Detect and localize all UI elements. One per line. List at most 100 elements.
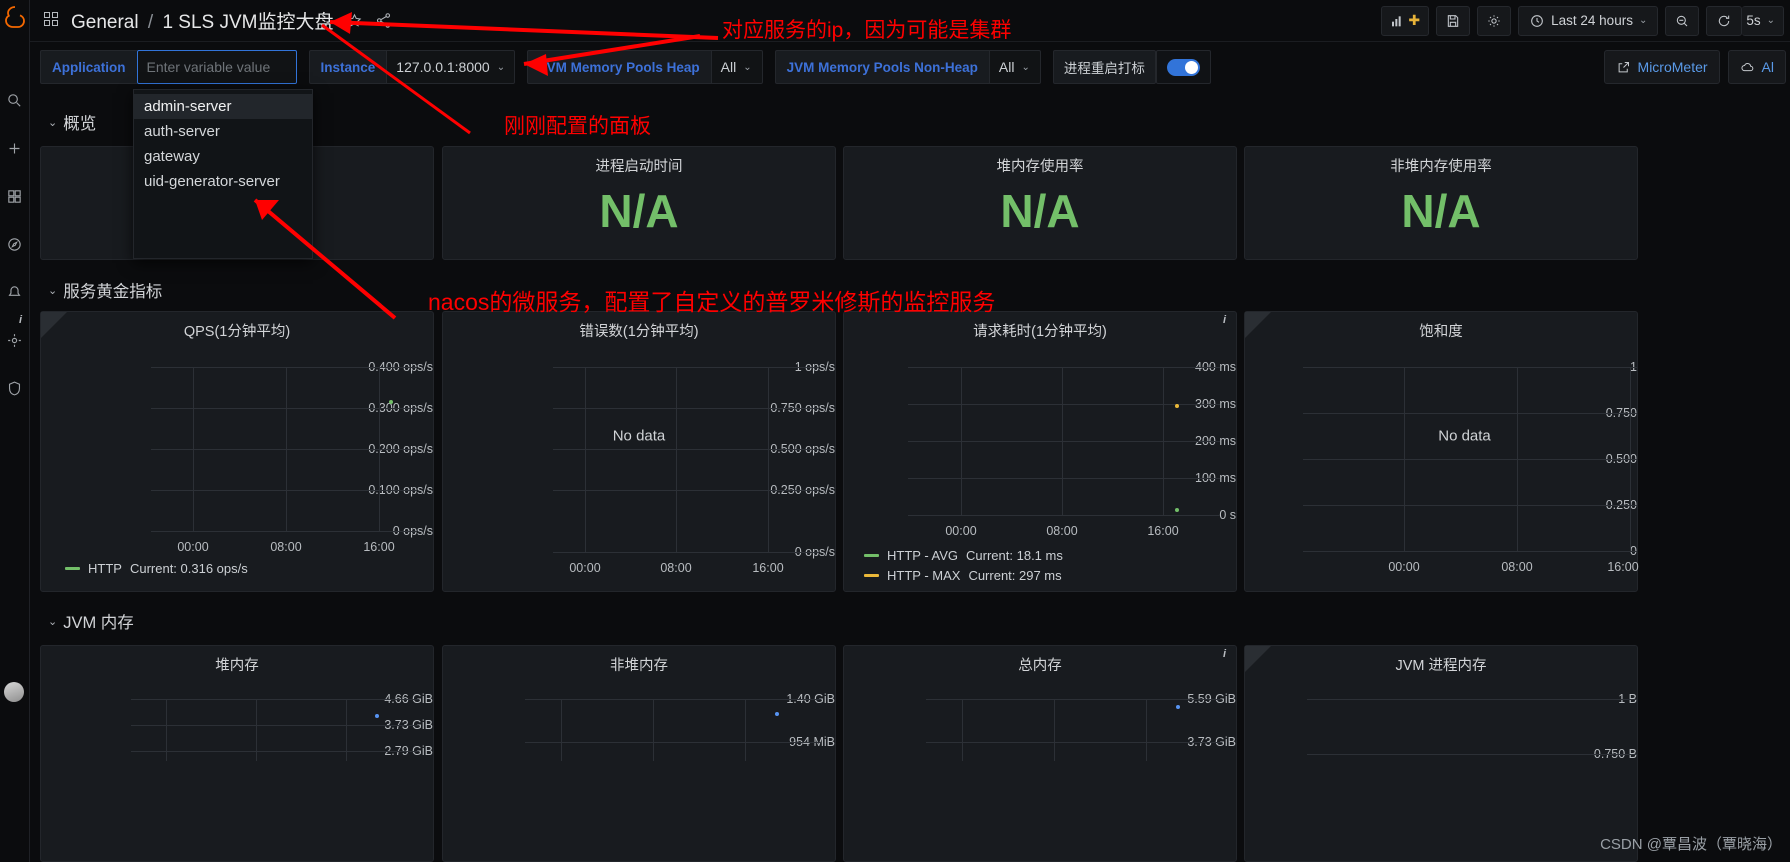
- zoom-out-time-button[interactable]: [1665, 5, 1700, 36]
- user-avatar-wrap[interactable]: [4, 682, 24, 702]
- breadcrumb-title[interactable]: 1 SLS JVM监控大盘: [162, 12, 333, 33]
- x-tick: 00:00: [569, 561, 601, 575]
- panel-title: 非堆内存使用率: [1390, 159, 1492, 175]
- cloud-icon: [1741, 62, 1753, 71]
- x-tick: 00:00: [1388, 560, 1420, 574]
- variable-nonheap-pools: JVM Memory Pools Non-Heap All ⌄: [774, 50, 1041, 84]
- row-header-golden[interactable]: ⌄ 服务黄金指标: [48, 278, 162, 302]
- variable-application-dropdown[interactable]: admin-server auth-server gateway uid-gen…: [133, 89, 313, 259]
- row-title-golden: 服务黄金指标: [63, 283, 163, 301]
- variable-heap-pools-label: JVM Memory Pools Heap: [527, 50, 711, 84]
- dropdown-option-gateway[interactable]: gateway: [134, 144, 312, 169]
- timeseries-panel-heap-memory[interactable]: 堆内存 4.66 GiB 3.73 GiB 2.79 GiB: [40, 645, 434, 862]
- legend-swatch: [864, 574, 879, 577]
- variable-instance-label: Instance: [308, 50, 387, 84]
- dashboards-icon[interactable]: [4, 185, 26, 207]
- x-tick: 08:00: [660, 561, 692, 575]
- annotation-nacos: nacos的微服务，配置了自定义的普罗米修斯的监控服务: [428, 289, 996, 315]
- dashboard-grid-icon: [44, 12, 61, 29]
- chart-area-latency: 400 ms 300 ms 200 ms 100 ms 0 s 00:00 08…: [844, 312, 1236, 591]
- row-title-overview: 概览: [63, 115, 97, 133]
- x-tick: 16:00: [752, 561, 784, 575]
- explore-icon[interactable]: [4, 233, 26, 255]
- timeseries-panel-latency[interactable]: 请求耗时(1分钟平均) 400 ms 300 ms 200 ms 100 ms …: [843, 311, 1237, 592]
- legend-swatch: [864, 554, 879, 557]
- timeseries-panel-saturation[interactable]: i 饱和度 1 0.750 0.500 0.250 0 00:00 08:00 …: [1223, 311, 1639, 592]
- x-tick: 16:00: [363, 540, 395, 554]
- x-tick: 00:00: [945, 524, 977, 538]
- add-panel-plus-icon: ✚: [1408, 12, 1421, 28]
- legend-series-stat: Current: 297 ms: [968, 568, 1062, 583]
- variable-application-label: Application: [40, 50, 137, 84]
- variable-heap-pools-select[interactable]: All ⌄: [710, 50, 763, 84]
- dropdown-option-auth-server[interactable]: auth-server: [134, 119, 312, 144]
- variable-nonheap-pools-value: All: [998, 59, 1015, 75]
- variable-instance-value: 127.0.0.1:8000: [396, 59, 490, 75]
- variable-heap-pools-value: All: [720, 59, 737, 75]
- timeseries-panel-errors[interactable]: 错误数(1分钟平均) 1 ops/s 0.750 ops/s 0.500 ops…: [442, 311, 836, 592]
- chart-area-qps: 0.400 ops/s 0.300 ops/s 0.200 ops/s 0.10…: [41, 312, 433, 591]
- timeseries-panel-qps[interactable]: i QPS(1分钟平均) 0.400 ops/s 0.300 ops/s 0.2…: [19, 311, 434, 592]
- timeseries-panel-jvm-process-memory[interactable]: i JVM 进程内存 1 B 0.750 B: [1223, 645, 1638, 862]
- dropdown-option-admin-server[interactable]: admin-server: [134, 94, 312, 119]
- shield-icon[interactable]: [4, 377, 26, 399]
- link-al-label: Al: [1761, 59, 1774, 75]
- data-point: [389, 400, 393, 404]
- link-al[interactable]: Al: [1727, 50, 1786, 84]
- variable-instance-select[interactable]: 127.0.0.1:8000 ⌄: [386, 50, 516, 84]
- legend-series-stat: Current: 18.1 ms: [966, 548, 1063, 563]
- share-icon[interactable]: [375, 12, 392, 29]
- plus-icon[interactable]: [4, 137, 26, 159]
- avatar[interactable]: [4, 682, 24, 702]
- no-data-message: No data: [1438, 427, 1491, 445]
- timeseries-panel-nonheap-memory[interactable]: 非堆内存 1.40 GiB 954 MiB: [442, 645, 836, 862]
- left-nav-rail: [0, 0, 30, 862]
- alerting-icon[interactable]: [4, 281, 26, 303]
- toggle-switch[interactable]: [1166, 58, 1200, 76]
- stat-panel-process-uptime[interactable]: 进程启动时间 N/A: [442, 146, 836, 260]
- legend-series-name: HTTP - MAX: [887, 568, 961, 583]
- save-dashboard-button[interactable]: [1436, 5, 1471, 36]
- legend-item[interactable]: HTTP - MAX Current: 297 ms: [864, 568, 1062, 583]
- grafana-logo[interactable]: [3, 5, 27, 29]
- row-title-jvm-memory: JVM 内存: [63, 614, 134, 632]
- no-data-message: No data: [612, 427, 666, 445]
- data-point: [1175, 404, 1179, 408]
- data-point: [375, 714, 379, 718]
- stat-panel-heap-usage[interactable]: 堆内存使用率 N/A: [843, 146, 1237, 260]
- star-icon[interactable]: [346, 12, 363, 29]
- search-icon[interactable]: [4, 89, 26, 111]
- breadcrumb-folder[interactable]: General: [71, 12, 139, 33]
- time-range-picker[interactable]: Last 24 hours ⌄: [1518, 5, 1659, 36]
- stat-value: N/A: [1000, 185, 1080, 237]
- config-icon[interactable]: [4, 329, 26, 351]
- restart-marker-switch[interactable]: [1155, 50, 1211, 84]
- add-panel-button[interactable]: ✚: [1381, 5, 1430, 36]
- data-point: [775, 712, 779, 716]
- refresh-interval-picker[interactable]: 5s ⌄: [1742, 5, 1784, 36]
- refresh-button[interactable]: [1706, 5, 1743, 36]
- timeseries-panel-total-memory[interactable]: 总内存 5.59 GiB 3.73 GiB: [843, 645, 1237, 862]
- x-tick: 08:00: [1501, 560, 1533, 574]
- variable-application-input[interactable]: Enter variable value: [136, 50, 297, 84]
- variable-nonheap-pools-select[interactable]: All ⌄: [988, 50, 1041, 84]
- chart-area-nonheap-memory: 1.40 GiB 954 MiB: [443, 646, 835, 861]
- variable-restart-marker: 进程重启打标: [1052, 50, 1211, 84]
- legend-item[interactable]: HTTP Current: 0.316 ops/s: [65, 561, 248, 576]
- x-tick: 08:00: [270, 540, 302, 554]
- legend-series-stat: Current: 0.316 ops/s: [129, 561, 248, 576]
- stat-value: N/A: [599, 185, 679, 237]
- row-header-overview[interactable]: ⌄ 概览: [48, 110, 96, 134]
- chart-area-total-memory: 5.59 GiB 3.73 GiB: [844, 646, 1236, 861]
- annotation-ip: 对应服务的ip，因为可能是集群: [722, 19, 1012, 42]
- stat-value: N/A: [1401, 185, 1481, 237]
- variable-application: Application Enter variable value: [40, 50, 297, 84]
- stat-panel-nonheap-usage[interactable]: 非堆内存使用率 N/A: [1244, 146, 1638, 260]
- data-point: [1176, 705, 1180, 709]
- dashboard-settings-button[interactable]: [1477, 5, 1512, 36]
- legend-item[interactable]: HTTP - AVG Current: 18.1 ms: [864, 548, 1063, 563]
- chart-area-heap-memory: 4.66 GiB 3.73 GiB 2.79 GiB: [41, 646, 433, 861]
- link-micrometer[interactable]: MicroMeter: [1603, 50, 1720, 84]
- row-header-jvm-memory[interactable]: ⌄ JVM 内存: [48, 609, 134, 633]
- dropdown-option-uid-generator-server[interactable]: uid-generator-server: [134, 169, 312, 194]
